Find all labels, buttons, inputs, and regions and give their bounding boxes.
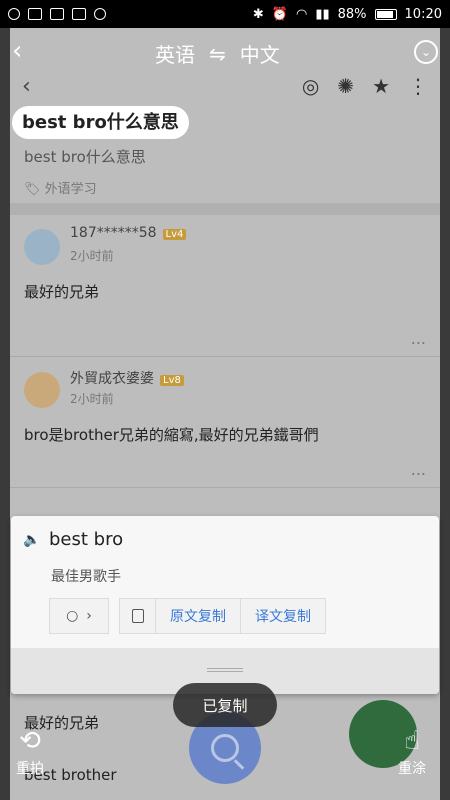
message-icon [72,8,86,20]
briefcase-icon [50,8,64,20]
source-language[interactable]: 英语 [155,39,195,68]
divider [10,203,440,215]
search-group: ○ › [49,598,109,634]
speaker-icon[interactable]: 🔈 [23,532,40,548]
copied-toast: 已复制 [173,683,277,727]
copy-group: 原文复制 译文复制 [119,598,326,634]
swap-icon[interactable]: ⇋ [209,42,226,66]
answer-user: 外貿成衣婆婆 Lv8 [70,368,184,388]
copy-source-button[interactable]: 原文复制 [156,599,240,633]
drag-handle[interactable] [207,668,243,672]
popup-actions: ○ › 原文复制 译文复制 [49,598,326,634]
retake-button[interactable]: ⟲ 重拍 [16,728,44,778]
target-language[interactable]: 中文 [240,39,280,68]
question-title: best bro什么意思 [12,106,189,139]
tag-icon: 🏷 [24,182,45,197]
search-icon [211,734,239,762]
translation-popup: 🔈 best bro 最佳男歌手 ○ › 原文复制 译文复制 [11,516,439,694]
signal-icon: ▮▮ [315,6,330,22]
copy-translation-button[interactable]: 译文复制 [240,599,325,633]
answer-item: 外貿成衣婆婆 Lv8 2小时前 bro是brother兄弟的縮寫,最好的兄弟鐵哥們… [10,358,440,488]
chevron-right-icon: › [86,608,92,624]
question-tag[interactable]: 🏷 外语学习 [24,178,97,197]
answer-user: 187******58 Lv4 [70,225,187,241]
more-icon[interactable]: ... [411,329,426,348]
clock: 10:20 [404,6,442,22]
back-icon[interactable]: ‹ [12,36,22,66]
status-bar: ✱ ⏰ ◠ ▮▮ 88% 10:20 [0,0,450,28]
bluetooth-icon: ✱ [252,6,264,22]
translate-bar: ‹ 英语 ⇋ 中文 ⌄ [0,28,450,78]
level-badge: Lv8 [160,375,184,386]
battery-percent: 88% [337,6,367,22]
smiley-icon [94,8,106,20]
answer-item: 187******58 Lv4 2小时前 最好的兄弟 ... [10,215,440,357]
alarm-icon: ⏰ [271,6,288,22]
notification-icon [8,8,20,20]
chevron-down-icon[interactable]: ⌄ [414,40,438,64]
answer-time: 2小时前 [70,392,114,406]
more-icon[interactable]: ... [411,460,426,479]
question-subtitle: best bro什么意思 [24,148,146,166]
copy-icon [120,599,156,633]
avatar[interactable] [24,229,60,265]
wifi-icon: ◠ [295,6,308,22]
hand-pointer-icon: ☝ [404,726,420,756]
level-badge: Lv4 [162,229,187,240]
search-button[interactable]: ○ › [50,608,108,624]
search-icon: ○ [66,608,79,624]
answer-text: bro是brother兄弟的縮寫,最好的兄弟鐵哥們 [24,426,319,444]
repaint-button[interactable]: ☝ 重涂 [398,728,426,778]
answer-text: 最好的兄弟 [24,283,100,301]
translation-text: 最佳男歌手 [51,569,121,585]
avatar[interactable] [24,372,60,408]
source-text: best bro [49,529,124,550]
answer-time: 2小时前 [70,249,114,263]
battery-icon [374,8,397,20]
rotate-icon: ⟲ [19,726,41,756]
image-icon [28,8,42,20]
